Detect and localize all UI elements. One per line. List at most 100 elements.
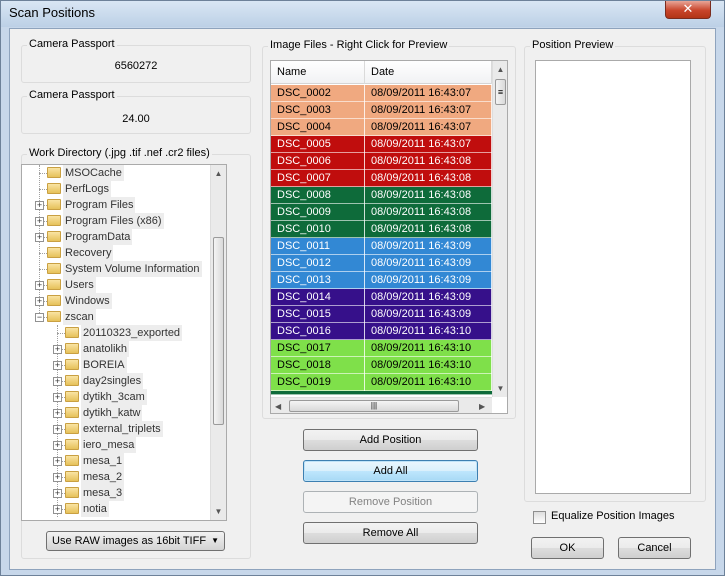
folder-icon [47, 279, 61, 290]
scroll-down-icon[interactable]: ▼ [211, 503, 226, 520]
file-row[interactable]: DSC_0004 08/09/2011 16:43:07 [271, 119, 492, 136]
tree-item[interactable]: + dytikh_3cam [22, 389, 208, 405]
tree-item[interactable]: + Program Files (x86) [22, 213, 208, 229]
file-row[interactable]: DSC_0019 08/09/2011 16:43:10 [271, 374, 492, 391]
ok-button[interactable]: OK [531, 537, 604, 559]
list-horizontal-scrollbar[interactable]: ◀ ||| ▶ [271, 397, 492, 413]
equalize-checkbox[interactable] [533, 511, 546, 524]
tree-item[interactable]: + external_triplets [22, 421, 208, 437]
file-row[interactable]: DSC_0003 08/09/2011 16:43:07 [271, 102, 492, 119]
expand-icon[interactable]: + [53, 377, 62, 386]
image-files-list[interactable]: Name Date DSC_0002 08/09/2011 16:43:07 DSC… [270, 60, 508, 414]
expand-icon[interactable]: + [53, 473, 62, 482]
tree-item[interactable]: Recovery [22, 245, 208, 261]
file-row[interactable]: DSC_0015 08/09/2011 16:43:09 [271, 306, 492, 323]
folder-icon [47, 263, 61, 274]
file-date-cell: 08/09/2011 16:43:10 [365, 340, 492, 357]
tree-item[interactable]: PerfLogs [22, 181, 208, 197]
tree-item-label: anatolikh [81, 341, 130, 357]
expand-icon[interactable]: + [53, 441, 62, 450]
file-row[interactable]: DSC_0011 08/09/2011 16:43:09 [271, 238, 492, 255]
file-row[interactable]: DSC_0006 08/09/2011 16:43:08 [271, 153, 492, 170]
tree-item[interactable]: + dytikh_katw [22, 405, 208, 421]
remove-position-button[interactable]: Remove Position [303, 491, 478, 513]
tree-item[interactable]: + anatolikh [22, 341, 208, 357]
directory-tree[interactable]: ▲ ▼ MSOCache PerfLogs + Program Files + Progr… [21, 164, 227, 521]
scroll-up-icon[interactable]: ▲ [211, 165, 226, 182]
tree-item[interactable]: + BOREIA [22, 357, 208, 373]
file-name-cell: DSC_0003 [271, 102, 365, 119]
file-row[interactable]: DSC_0005 08/09/2011 16:43:07 [271, 136, 492, 153]
tree-item[interactable]: + Users [22, 277, 208, 293]
expand-icon[interactable]: + [53, 489, 62, 498]
close-button[interactable]: ✕ [665, 1, 711, 19]
column-header-date[interactable]: Date [365, 61, 492, 84]
file-row[interactable]: DSC_0012 08/09/2011 16:43:09 [271, 255, 492, 272]
camera-passport-group-1: Camera Passport 6560272 [21, 38, 251, 83]
folder-icon [47, 215, 61, 226]
tree-item[interactable]: + Windows [22, 293, 208, 309]
expand-icon[interactable]: + [53, 361, 62, 370]
expand-icon[interactable]: + [35, 233, 44, 242]
file-row[interactable]: DSC_0007 08/09/2011 16:43:08 [271, 170, 492, 187]
tree-item[interactable]: − zscan [22, 309, 208, 325]
column-header-name[interactable]: Name [271, 61, 365, 84]
file-name-cell: DSC_0013 [271, 272, 365, 289]
tree-item[interactable]: MSOCache [22, 165, 208, 181]
scroll-down-icon[interactable]: ▼ [493, 380, 507, 397]
position-preview-pane[interactable] [535, 60, 691, 494]
tree-item-label: System Volume Information [63, 261, 202, 277]
scroll-right-icon[interactable]: ▶ [479, 398, 485, 413]
file-row[interactable]: DSC_0008 08/09/2011 16:43:08 [271, 187, 492, 204]
tree-item[interactable]: + Program Files [22, 197, 208, 213]
file-row[interactable]: DSC_0018 08/09/2011 16:43:10 [271, 357, 492, 374]
tree-item[interactable]: + mesa_2 [22, 469, 208, 485]
expand-icon[interactable]: + [53, 425, 62, 434]
tree-item[interactable]: + ProgramData [22, 229, 208, 245]
expand-icon[interactable]: + [53, 505, 62, 514]
list-header: Name Date [271, 61, 492, 84]
expand-icon[interactable]: + [53, 457, 62, 466]
expand-icon[interactable]: + [53, 409, 62, 418]
tree-vertical-scrollbar[interactable]: ▲ ▼ [210, 165, 226, 520]
expand-icon[interactable]: + [35, 217, 44, 226]
tree-item-label: iero_mesa [81, 437, 137, 453]
tree-item[interactable]: + mesa_3 [22, 485, 208, 501]
tree-item[interactable]: + iero_mesa [22, 437, 208, 453]
tree-item[interactable]: System Volume Information [22, 261, 208, 277]
add-all-button[interactable]: Add All [303, 460, 478, 482]
collapse-icon[interactable]: − [35, 313, 44, 322]
remove-all-button[interactable]: Remove All [303, 522, 478, 544]
list-scroll-thumb[interactable]: ≡ [495, 79, 506, 105]
scroll-up-icon[interactable]: ▲ [493, 61, 507, 78]
chevron-down-icon: ▼ [211, 536, 219, 545]
expand-icon[interactable]: + [35, 201, 44, 210]
tree-item[interactable]: + mesa_1 [22, 453, 208, 469]
title-bar[interactable]: Scan Positions ✕ [1, 1, 724, 27]
file-row[interactable]: DSC_0017 08/09/2011 16:43:10 [271, 340, 492, 357]
scroll-left-icon[interactable]: ◀ [275, 398, 281, 413]
tree-item[interactable]: 20110323_exported [22, 325, 208, 341]
list-hscroll-thumb[interactable]: ||| [289, 400, 459, 412]
file-row[interactable]: DSC_0010 08/09/2011 16:43:08 [271, 221, 492, 238]
equalize-label[interactable]: Equalize Position Images [551, 510, 675, 522]
file-row[interactable]: DSC_0014 08/09/2011 16:43:09 [271, 289, 492, 306]
file-date-cell: 08/09/2011 16:43:10 [365, 323, 492, 340]
expand-icon[interactable]: + [35, 297, 44, 306]
tree-scroll-thumb[interactable] [213, 237, 224, 425]
expand-icon[interactable]: + [53, 393, 62, 402]
file-row[interactable]: DSC_0009 08/09/2011 16:43:08 [271, 204, 492, 221]
file-date-cell: 08/09/2011 16:43:10 [365, 374, 492, 391]
expand-icon[interactable]: + [35, 281, 44, 290]
add-position-button[interactable]: Add Position [303, 429, 478, 451]
raw-format-select[interactable]: Use RAW images as 16bit TIFF ▼ [46, 531, 225, 551]
cancel-button[interactable]: Cancel [618, 537, 691, 559]
file-row[interactable]: DSC_0013 08/09/2011 16:43:09 [271, 272, 492, 289]
file-row[interactable]: DSC_0002 08/09/2011 16:43:07 [271, 85, 492, 102]
tree-item[interactable]: + day2singles [22, 373, 208, 389]
file-row[interactable]: DSC_0016 08/09/2011 16:43:10 [271, 323, 492, 340]
file-date-cell: 08/09/2011 16:43:07 [365, 85, 492, 102]
tree-item[interactable]: + notia [22, 501, 208, 517]
list-vertical-scrollbar[interactable]: ▲ ≡ ▼ [492, 61, 507, 397]
expand-icon[interactable]: + [53, 345, 62, 354]
